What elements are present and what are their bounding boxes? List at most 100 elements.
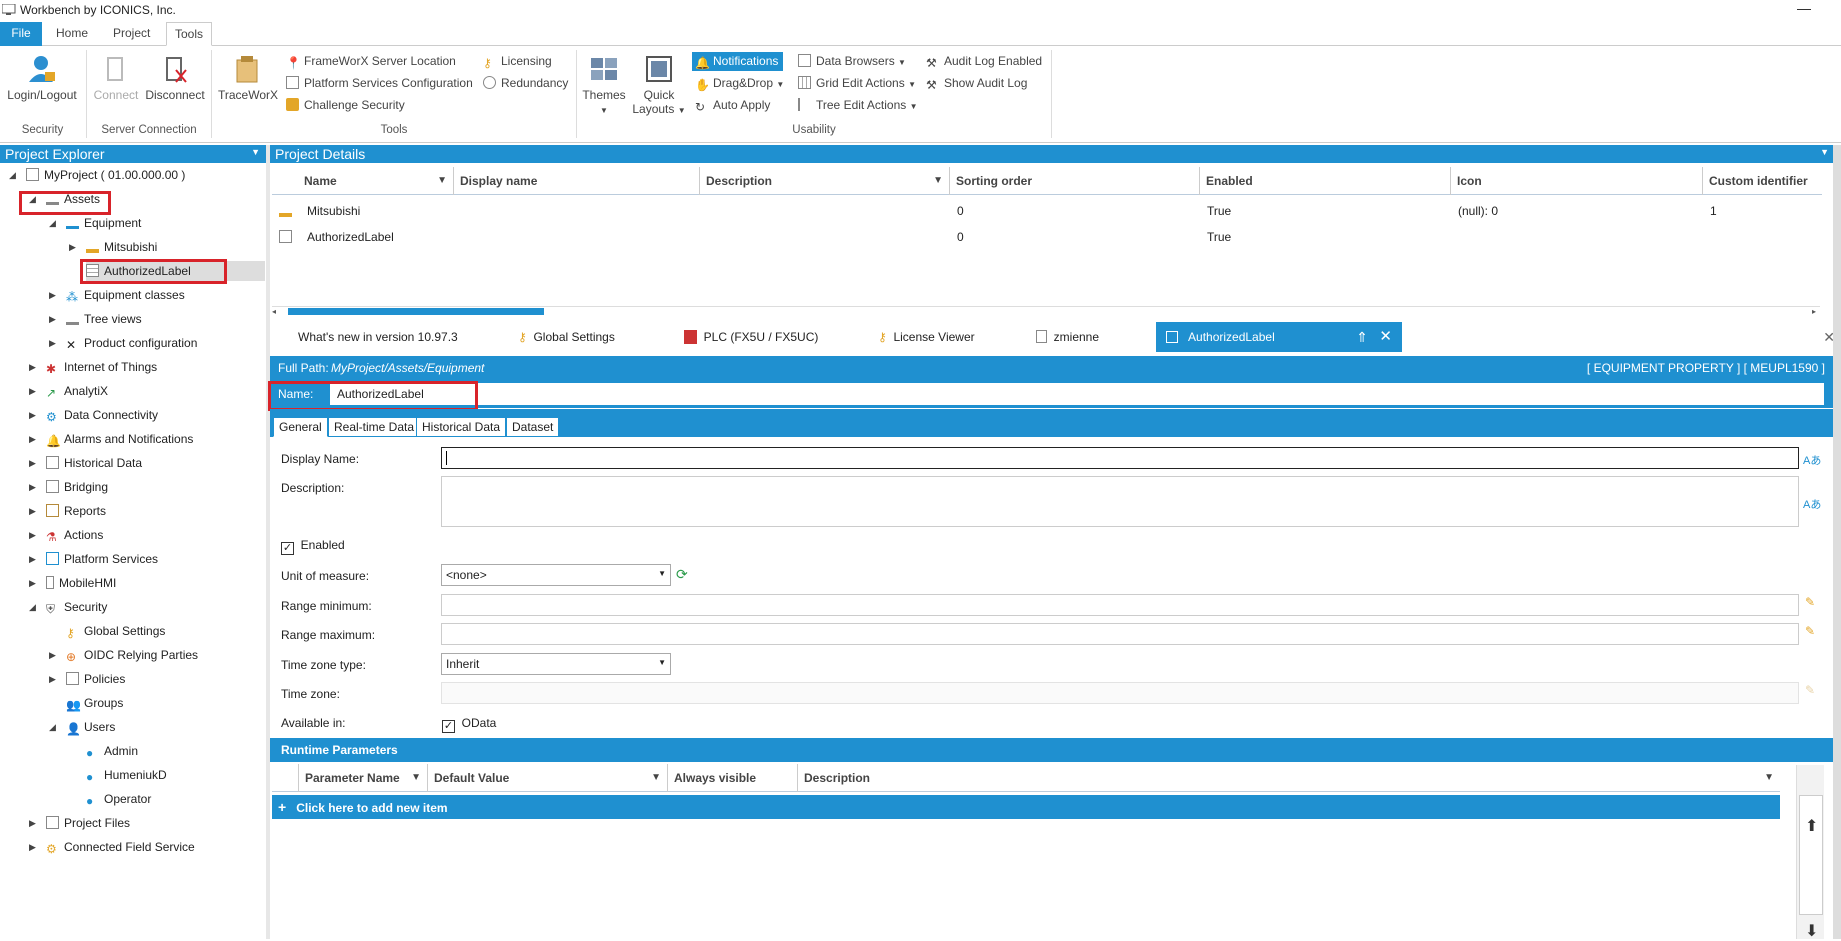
- pin-icon[interactable]: ⇑: [1356, 322, 1368, 352]
- col-name[interactable]: Name ▼: [298, 167, 454, 195]
- doc-tab-global-settings[interactable]: ⚷ Global Settings: [518, 322, 615, 352]
- disconnect-button[interactable]: Disconnect: [144, 54, 206, 102]
- details-horizontal-scrollbar[interactable]: ◂ ▸: [272, 306, 1820, 316]
- login-logout-button[interactable]: Login/Logout: [6, 54, 78, 102]
- tab-home[interactable]: Home: [48, 22, 96, 46]
- explorer-menu-icon[interactable]: ▼: [251, 147, 260, 157]
- scroll-track[interactable]: ⬆ ⬇: [1799, 795, 1823, 940]
- panel-splitter[interactable]: [266, 145, 270, 939]
- odata-checkbox[interactable]: ✓ OData: [442, 716, 496, 733]
- frameworx-server-location-button[interactable]: 📍 FrameWorX Server Location: [286, 54, 456, 70]
- grid-edit-actions-button[interactable]: Grid Edit Actions ▼: [798, 76, 916, 90]
- licensing-button[interactable]: ⚷ Licensing: [483, 54, 552, 70]
- scrollbar-thumb[interactable]: [288, 308, 544, 315]
- tab-file[interactable]: File: [0, 22, 42, 46]
- filter-icon[interactable]: ▼: [933, 167, 943, 195]
- scroll-down-icon[interactable]: ⬇: [1805, 921, 1818, 941]
- tree-node-mitsubishi[interactable]: ▶ Mitsubishi: [69, 237, 157, 257]
- doc-tab-plc[interactable]: PLC (FX5U / FX5UC): [684, 322, 818, 352]
- unit-select[interactable]: <none> ▼: [441, 564, 671, 586]
- minimize-button[interactable]: —: [1797, 0, 1811, 16]
- range-min-input[interactable]: [441, 594, 1799, 616]
- enabled-checkbox[interactable]: ✓ Enabled: [281, 538, 345, 555]
- col-always-visible[interactable]: Always visible: [668, 764, 798, 792]
- tree-node-equipment[interactable]: ◢ Equipment: [49, 213, 141, 233]
- tree-node-iot[interactable]: ▶ ✱ Internet of Things: [29, 357, 157, 377]
- col-description[interactable]: Description ▼: [700, 167, 950, 195]
- tz-input[interactable]: [441, 682, 1799, 704]
- audit-log-enabled-button[interactable]: ⚒ Audit Log Enabled: [926, 54, 1042, 70]
- tz-type-select[interactable]: Inherit ▼: [441, 653, 671, 675]
- data-browsers-button[interactable]: Data Browsers ▼: [798, 54, 906, 68]
- edit-pencil-icon[interactable]: ✎: [1805, 624, 1815, 638]
- doc-tab-authorizedlabel[interactable]: AuthorizedLabel ⇑ ✕: [1156, 322, 1402, 352]
- challenge-security-button[interactable]: Challenge Security: [286, 98, 405, 112]
- tree-node-analytix[interactable]: ▶ ↗ AnalytiX: [29, 381, 108, 401]
- table-row[interactable]: Mitsubishi 0 True (null): 0 1: [272, 200, 1822, 222]
- drag-drop-button[interactable]: ✋ Drag&Drop ▼: [695, 76, 784, 92]
- tree-node-connected-field-service[interactable]: ▶ ⚙ Connected Field Service: [29, 837, 195, 857]
- col-description[interactable]: Description ▼: [798, 764, 1780, 792]
- tree-node-groups[interactable]: 👥 Groups: [66, 693, 123, 713]
- subtab-dataset[interactable]: Dataset: [506, 417, 560, 437]
- full-path-link[interactable]: MyProject/Assets/Equipment: [331, 356, 484, 381]
- tree-node-operator[interactable]: ● Operator: [86, 789, 151, 809]
- filter-icon[interactable]: ▼: [437, 167, 447, 195]
- tree-node-tree-views[interactable]: ▶ Tree views: [49, 309, 142, 329]
- tree-node-product-configuration[interactable]: ▶ ✕ Product configuration: [49, 333, 197, 353]
- subtab-historical-data[interactable]: Historical Data: [416, 417, 507, 437]
- range-max-input[interactable]: [441, 623, 1799, 645]
- tree-node-bridging[interactable]: ▶ Bridging: [29, 477, 108, 497]
- col-custom-identifier[interactable]: Custom identifier: [1703, 167, 1822, 195]
- tree-node-platform-services[interactable]: ▶ Platform Services: [29, 549, 158, 569]
- col-default-value[interactable]: Default Value ▼: [428, 764, 668, 792]
- edit-pencil-icon[interactable]: ✎: [1805, 595, 1815, 609]
- runtime-vertical-scrollbar[interactable]: ⬆ ⬇: [1796, 765, 1824, 940]
- tab-project[interactable]: Project: [105, 22, 158, 46]
- tree-node-project-files[interactable]: ▶ Project Files: [29, 813, 130, 833]
- col-sorting-order[interactable]: Sorting order: [950, 167, 1200, 195]
- col-enabled[interactable]: Enabled: [1200, 167, 1451, 195]
- name-input[interactable]: AuthorizedLabel: [330, 383, 1824, 405]
- tree-node-humeniukd[interactable]: ● HumeniukD: [86, 765, 167, 785]
- filter-icon[interactable]: ▼: [651, 764, 661, 792]
- tree-node-myproject[interactable]: ◢ MyProject ( 01.00.000.00 ): [9, 165, 185, 185]
- tree-node-security[interactable]: ◢ ⛨ Security: [29, 597, 107, 617]
- redundancy-button[interactable]: Redundancy: [483, 76, 568, 90]
- quick-layouts-button[interactable]: Quick Layouts ▼: [632, 54, 686, 118]
- filter-icon[interactable]: ▼: [411, 764, 421, 792]
- description-input[interactable]: [441, 476, 1799, 527]
- details-menu-icon[interactable]: ▼: [1820, 147, 1829, 157]
- close-icon[interactable]: ✕: [1379, 322, 1392, 352]
- scroll-up-icon[interactable]: ⬆: [1805, 816, 1818, 836]
- doc-tab-license-viewer[interactable]: ⚷ License Viewer: [878, 322, 975, 352]
- tree-node-equipment-classes[interactable]: ▶ ⁂ Equipment classes: [49, 285, 185, 305]
- tree-node-reports[interactable]: ▶ Reports: [29, 501, 106, 521]
- tree-node-mobilehmi[interactable]: ▶ MobileHMI: [29, 573, 116, 593]
- col-parameter-name[interactable]: Parameter Name ▼: [298, 764, 428, 792]
- display-name-input[interactable]: [441, 447, 1799, 469]
- traceworx-button[interactable]: TraceWorX: [217, 54, 279, 102]
- tab-tools[interactable]: Tools: [166, 22, 213, 46]
- table-row[interactable]: AuthorizedLabel 0 True: [272, 226, 1822, 248]
- add-new-item-row[interactable]: + Click here to add new item: [272, 795, 1780, 819]
- notifications-toggle[interactable]: 🔔 Notifications: [692, 52, 784, 71]
- tree-node-actions[interactable]: ▶ ⚗ Actions: [29, 525, 103, 545]
- subtab-general[interactable]: General: [273, 417, 328, 437]
- col-icon[interactable]: Icon: [1451, 167, 1703, 195]
- translate-icon[interactable]: Aあ: [1803, 496, 1821, 512]
- platform-services-configuration-button[interactable]: Platform Services Configuration: [286, 76, 473, 90]
- checkbox-checked[interactable]: ✓: [442, 720, 455, 733]
- checkbox-checked[interactable]: ✓: [281, 542, 294, 555]
- tree-node-admin[interactable]: ● Admin: [86, 741, 138, 761]
- doc-tab-zmienne[interactable]: zmienne: [1036, 322, 1099, 352]
- tree-node-data-connectivity[interactable]: ▶ ⚙ Data Connectivity: [29, 405, 158, 425]
- right-edge-splitter[interactable]: [1833, 145, 1841, 939]
- translate-icon[interactable]: Aあ: [1803, 452, 1821, 468]
- themes-button[interactable]: Themes ▼: [580, 54, 628, 118]
- subtab-realtime-data[interactable]: Real-time Data: [328, 417, 421, 437]
- filter-icon[interactable]: ▼: [1764, 764, 1774, 792]
- tree-node-alarms[interactable]: ▶ 🔔 Alarms and Notifications: [29, 429, 193, 449]
- tree-node-global-settings[interactable]: ⚷ Global Settings: [66, 621, 165, 641]
- show-audit-log-button[interactable]: ⚒ Show Audit Log: [926, 76, 1027, 92]
